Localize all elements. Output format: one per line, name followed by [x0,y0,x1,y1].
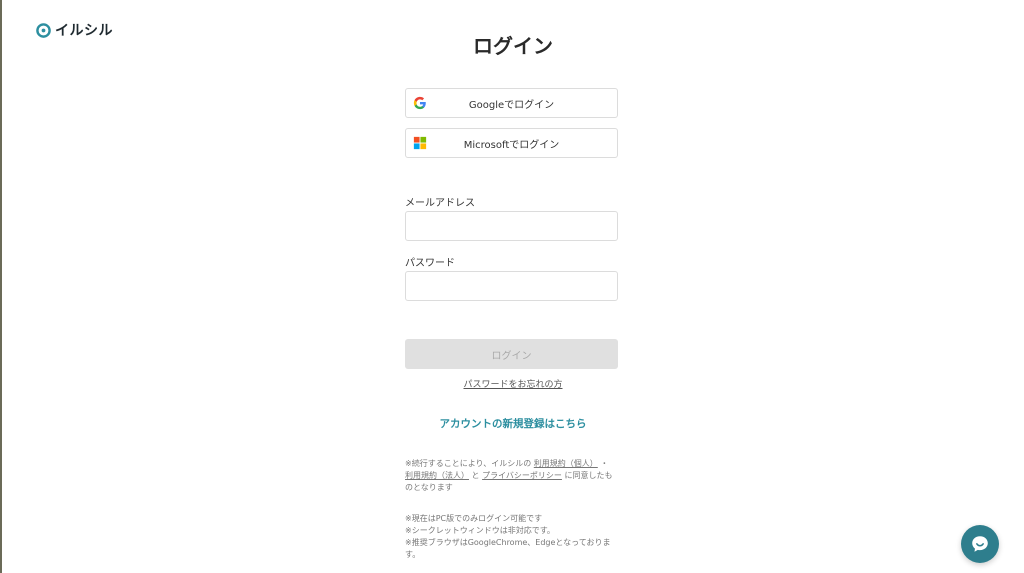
page-title: ログイン [473,34,553,58]
personal-terms-link[interactable]: 利用規約（個人） [534,459,598,468]
google-login-button[interactable]: Googleでログイン [405,88,618,118]
notice-no-incognito: ※シークレットウィンドウは非対応です。 [405,526,555,535]
terms-notice: ※続行することにより、イルシルの 利用規約（個人） ・ 利用規約（法人） と プ… [405,458,618,494]
chat-button[interactable] [961,525,999,563]
forgot-password-row: パスワードをお忘れの方 [2,377,1024,390]
chat-icon [972,536,988,552]
terms-separator: ・ [600,459,609,468]
terms-prefix: ※続行することにより、イルシルの [405,459,532,468]
environment-notice: ※現在はPC版でのみログイン可能です ※シークレットウィンドウは非対応です。 ※… [405,513,618,561]
notice-pc-only: ※現在はPC版でのみログイン可能です [405,514,543,523]
microsoft-icon [413,136,427,150]
signup-link[interactable]: アカウントの新規登録はこちら [2,416,1024,431]
password-label: パスワード [405,258,455,269]
password-field[interactable] [405,271,618,301]
privacy-policy-link[interactable]: プライバシーポリシー [482,471,562,480]
corporate-terms-link[interactable]: 利用規約（法人） [405,471,469,480]
microsoft-login-label: Microsoftでログイン [463,139,560,151]
google-icon [413,96,426,110]
google-login-label: Googleでログイン [468,99,555,111]
forgot-password-link[interactable]: パスワードをお忘れの方 [463,380,562,390]
login-button[interactable]: ログイン [405,339,618,369]
terms-and: と [471,471,480,480]
microsoft-login-button[interactable]: Microsoftでログイン [405,128,618,158]
email-field[interactable] [405,211,618,241]
email-label: メールアドレス [405,198,475,209]
notice-browsers: ※推奨ブラウザはGoogleChrome、Edgeとなっております。 [405,538,611,559]
